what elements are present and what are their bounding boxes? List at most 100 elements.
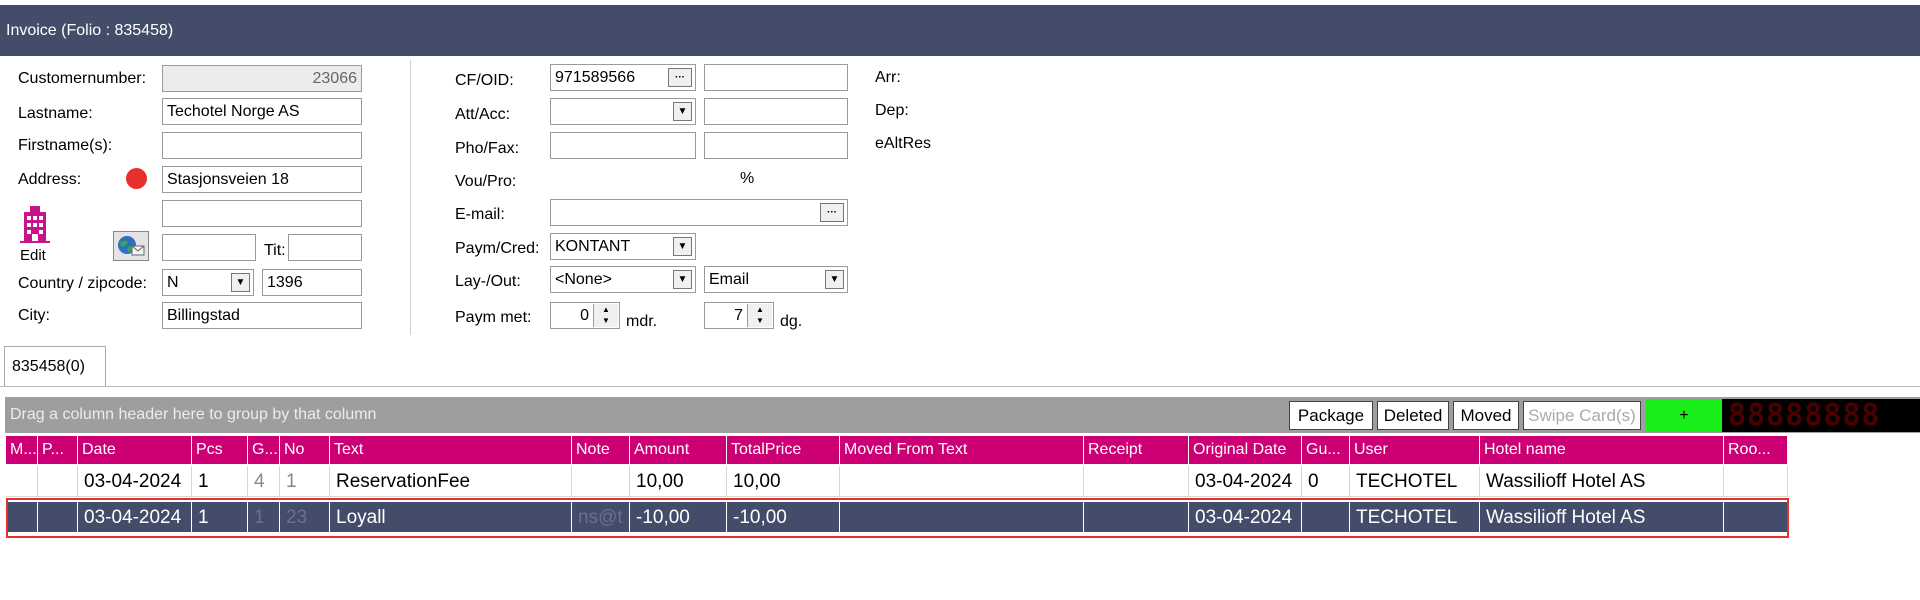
swipe-card-button[interactable]: Swipe Card(s) (1523, 401, 1641, 430)
cell-receipt (1084, 466, 1189, 497)
col-header-m[interactable]: M... (6, 436, 38, 464)
window-title-bar: Invoice (Folio : 835458) (0, 5, 1920, 56)
cell-no: 1 (280, 466, 330, 497)
col-header-amount[interactable]: Amount (630, 436, 727, 464)
dep-label: Dep: (875, 102, 909, 119)
cell-note (572, 466, 630, 497)
output-select[interactable]: Email ▼ (704, 266, 848, 293)
paymcred-value: KONTANT (555, 238, 631, 255)
chevron-down-icon[interactable]: ▼ (231, 273, 250, 292)
building-edit-button[interactable] (18, 204, 52, 246)
col-header-original-date[interactable]: Original Date (1189, 436, 1302, 464)
package-button[interactable]: Package (1289, 401, 1373, 430)
phone-field[interactable] (550, 132, 696, 159)
paymcred-label: Paym/Cred: (455, 240, 540, 257)
arrow-down-icon[interactable]: ▼ (748, 315, 772, 326)
led-display: 88888888 (1722, 399, 1920, 432)
globe-mail-button[interactable] (113, 231, 149, 261)
building-icon (20, 206, 50, 243)
cfoid-extra-field[interactable] (704, 64, 848, 91)
cfoid-value: 971589566 (555, 69, 636, 86)
col-header-g[interactable]: G... (248, 436, 280, 464)
ealtres-label: eAltRes (875, 135, 932, 152)
col-header-hotel-name[interactable]: Hotel name (1480, 436, 1724, 464)
phofax-label: Pho/Fax: (455, 140, 520, 157)
led-value: 88888888 (1728, 399, 1881, 432)
arrow-up-icon[interactable]: ▲ (748, 304, 772, 315)
zipcode-field[interactable]: 1396 (262, 269, 362, 296)
col-header-room[interactable]: Roo... (1724, 436, 1788, 464)
arr-label: Arr: (875, 69, 901, 86)
address-line1-field[interactable]: Stasjonsveien 18 (162, 166, 362, 193)
col-header-note[interactable]: Note (572, 436, 630, 464)
chevron-down-icon[interactable]: ▼ (825, 270, 844, 289)
days-spinner[interactable]: 7 ▲ ▼ (704, 302, 774, 329)
col-header-no[interactable]: No (280, 436, 330, 464)
chevron-down-icon[interactable]: ▼ (673, 237, 692, 256)
col-header-gu[interactable]: Gu... (1302, 436, 1350, 464)
window-title: Invoice (Folio : 835458) (6, 22, 174, 39)
tab-baseline (0, 386, 1920, 387)
city-field[interactable]: Billingstad (162, 302, 362, 329)
cfoid-field[interactable]: 971589566 ··· (550, 64, 696, 91)
chevron-down-icon[interactable]: ▼ (673, 270, 692, 289)
email-label: E-mail: (455, 206, 505, 223)
fax-field[interactable] (704, 132, 848, 159)
add-button[interactable]: + (1646, 399, 1722, 432)
days-spin-buttons[interactable]: ▲ ▼ (747, 304, 772, 327)
country-select[interactable]: N ▼ (162, 269, 254, 296)
output-value: Email (709, 271, 750, 288)
arrow-down-icon[interactable]: ▼ (594, 315, 618, 326)
voupro-label: Vou/Pro: (455, 173, 517, 190)
moved-button[interactable]: Moved (1453, 401, 1519, 430)
address-line3-field[interactable] (162, 234, 256, 261)
tit-label: Tit: (264, 242, 286, 259)
address-status-dot (126, 168, 147, 189)
email-lookup-button[interactable]: ··· (820, 203, 844, 222)
chevron-down-icon[interactable]: ▼ (673, 102, 692, 121)
cell-g: 4 (248, 466, 280, 497)
cell-original-date: 03-04-2024 (1189, 466, 1302, 497)
percent-label: % (740, 170, 755, 187)
paymmet-label: Paym met: (455, 309, 532, 326)
days-unit: dg. (780, 313, 803, 330)
attacc-extra-field[interactable] (704, 98, 848, 125)
paymcred-select[interactable]: KONTANT ▼ (550, 233, 696, 260)
country-zipcode-label: Country / zipcode: (18, 275, 147, 292)
layout-value: <None> (555, 271, 612, 288)
customernumber-field[interactable]: 23066 (162, 65, 362, 92)
deleted-button[interactable]: Deleted (1377, 401, 1449, 430)
email-field[interactable]: ··· (550, 199, 848, 226)
cfoid-lookup-button[interactable]: ··· (668, 68, 692, 87)
col-header-p[interactable]: P... (38, 436, 78, 464)
col-header-pcs[interactable]: Pcs (192, 436, 248, 464)
layout-select[interactable]: <None> ▼ (550, 266, 696, 293)
cell-hotel-name: Wassilioff Hotel AS (1480, 466, 1724, 497)
tab-folio[interactable]: 835458(0) (4, 346, 106, 386)
col-header-user[interactable]: User (1350, 436, 1480, 464)
months-spinner[interactable]: 0 ▲ ▼ (550, 302, 620, 329)
cell-text: ReservationFee (330, 466, 572, 497)
cell-gu: 0 (1302, 466, 1350, 497)
attacc-select[interactable]: ▼ (550, 98, 696, 125)
cell-m (6, 466, 38, 497)
address-label: Address: (18, 171, 82, 188)
section-divider (410, 60, 411, 335)
col-header-moved-from[interactable]: Moved From Text (840, 436, 1084, 464)
address-line2-field[interactable] (162, 200, 362, 227)
col-header-date[interactable]: Date (78, 436, 192, 464)
months-spin-buttons[interactable]: ▲ ▼ (593, 304, 618, 327)
col-header-totalprice[interactable]: TotalPrice (727, 436, 840, 464)
row-selection-outline (6, 498, 1789, 538)
col-header-receipt[interactable]: Receipt (1084, 436, 1189, 464)
tit-field[interactable] (288, 234, 362, 261)
customernumber-label: Customernumber: (18, 70, 147, 87)
cell-p (38, 466, 78, 497)
firstname-field[interactable] (162, 132, 362, 159)
cell-pcs: 1 (192, 466, 248, 497)
lastname-field[interactable]: Techotel Norge AS (162, 98, 362, 125)
col-header-text[interactable]: Text (330, 436, 572, 464)
cell-user: TECHOTEL (1350, 466, 1480, 497)
layout-label: Lay-/Out: (455, 273, 521, 290)
arrow-up-icon[interactable]: ▲ (594, 304, 618, 315)
